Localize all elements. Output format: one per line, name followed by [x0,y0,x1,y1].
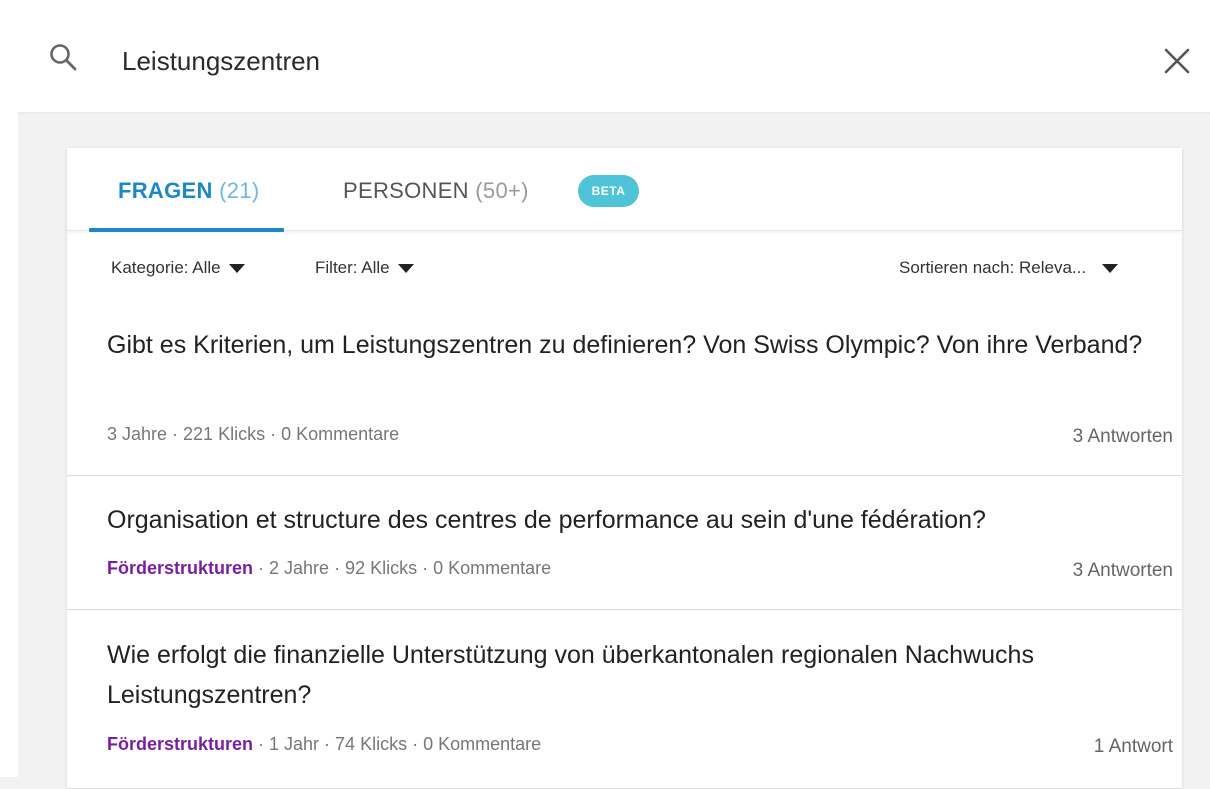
category-link[interactable]: Förderstrukturen [107,734,253,754]
filter-label: Filter: Alle [315,258,390,277]
meta-text: · 1 Jahr · 74 Klicks · 0 Kommentare [253,734,542,754]
kategorie-dropdown[interactable]: Kategorie: Alle [111,258,245,278]
list-item[interactable]: Organisation et structure des centres de… [67,476,1182,610]
answer-count[interactable]: 1 Antwort [1094,736,1173,758]
caret-down-icon [397,263,414,273]
kategorie-label: Kategorie: Alle [111,258,221,277]
left-strip [0,112,18,777]
active-tab-indicator [89,228,284,232]
caret-down-icon [228,263,245,273]
tabs-bar: FRAGEN (21) PERSONEN (50+) BETA [67,148,1182,232]
tab-fragen-label: FRAGEN [118,178,213,203]
tab-personen[interactable]: PERSONEN (50+) [343,178,529,204]
tab-fragen-count: (21) [219,178,260,203]
list-item[interactable]: Gibt es Kriterien, um Leistungszentren z… [67,300,1182,476]
list-item[interactable]: Wie erfolgt die finanzielle Unterstützun… [67,610,1182,789]
caret-down-icon [1102,263,1119,273]
results-card: FRAGEN (21) PERSONEN (50+) BETA Kategori… [67,148,1182,789]
question-title[interactable]: Gibt es Kriterien, um Leistungszentren z… [107,325,1157,365]
meta-text: · 2 Jahre · 92 Klicks · 0 Kommentare [253,558,552,578]
filter-bar: Kategorie: Alle Filter: Alle Sortieren n… [67,234,1182,301]
question-meta: 3 Jahre · 221 Klicks · 0 Kommentare [107,424,399,445]
category-link[interactable]: Förderstrukturen [107,558,253,578]
question-title[interactable]: Wie erfolgt die finanzielle Unterstützun… [107,635,1157,715]
filter-dropdown[interactable]: Filter: Alle [315,258,414,278]
question-title[interactable]: Organisation et structure des centres de… [107,500,1157,540]
sort-label: Sortieren nach: Releva... [899,258,1087,277]
search-input[interactable] [122,42,1022,80]
search-icon [50,44,77,71]
question-meta: Förderstrukturen · 1 Jahr · 74 Klicks · … [107,734,541,755]
tab-personen-label: PERSONEN [343,178,469,203]
meta-text: 3 Jahre · 221 Klicks · 0 Kommentare [107,424,400,444]
sort-dropdown[interactable]: Sortieren nach: Releva... [899,258,1119,278]
question-meta: Förderstrukturen · 2 Jahre · 92 Klicks ·… [107,558,551,579]
answer-count[interactable]: 3 Antworten [1073,426,1173,448]
search-bar [0,0,1210,112]
close-icon[interactable] [1162,46,1192,76]
beta-badge: BETA [578,175,639,207]
tab-fragen[interactable]: FRAGEN (21) [118,178,259,204]
tab-personen-count: (50+) [475,178,529,203]
answer-count[interactable]: 3 Antworten [1073,560,1173,582]
